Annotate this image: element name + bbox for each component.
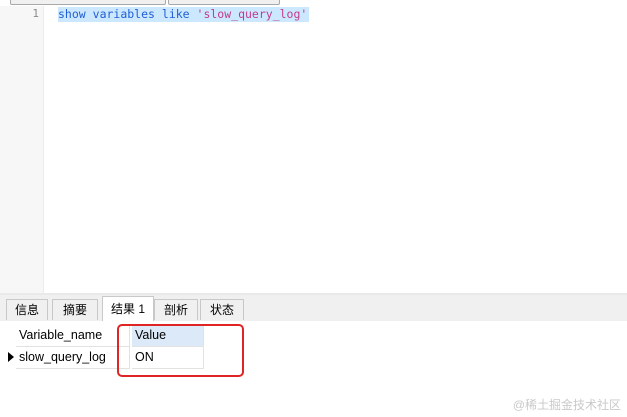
string-literal: 'slow_query_log' <box>196 7 308 21</box>
current-row-indicator-icon <box>8 352 14 362</box>
tab-summary[interactable]: 摘要 <box>52 299 98 320</box>
cell-variable-name[interactable]: slow_query_log <box>16 347 130 369</box>
keyword-variables: variables <box>92 7 155 21</box>
sql-editor[interactable]: 1 show variables like 'slow_query_log' <box>0 6 627 293</box>
code-line[interactable]: show variables like 'slow_query_log' <box>58 7 310 22</box>
keyword-show: show <box>58 7 86 21</box>
line-gutter: 1 <box>0 6 44 293</box>
tab-status[interactable]: 状态 <box>200 299 244 320</box>
highlight-annotation <box>117 324 244 377</box>
keyword-like: like <box>161 7 190 21</box>
toolbar-tab[interactable] <box>10 0 166 5</box>
tab-profile[interactable]: 剖析 <box>154 299 198 320</box>
toolbar-tab[interactable] <box>168 0 280 5</box>
result-tabbar: 信息 摘要 结果 1 剖析 状态 <box>0 295 627 322</box>
tab-info[interactable]: 信息 <box>6 299 48 320</box>
watermark: @稀土掘金技术社区 <box>512 398 621 412</box>
tab-result-1[interactable]: 结果 1 <box>102 296 154 321</box>
column-header-variable-name[interactable]: Variable_name <box>16 325 130 347</box>
line-number: 1 <box>32 7 39 20</box>
